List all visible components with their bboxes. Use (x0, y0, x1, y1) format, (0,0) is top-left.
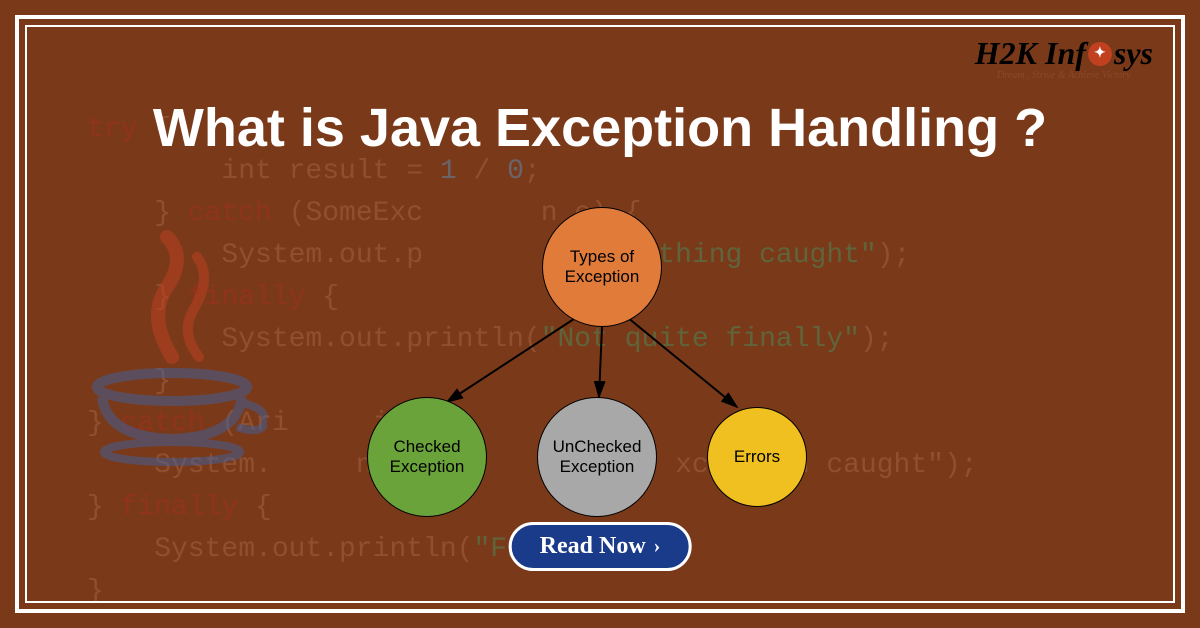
node-errors-label: Errors (734, 447, 780, 467)
exception-types-diagram: Types of Exception Checked Exception UnC… (307, 207, 927, 527)
page-title: What is Java Exception Handling ? (27, 97, 1173, 159)
node-root-types: Types of Exception (542, 207, 662, 327)
brand-name-suffix: sys (1114, 35, 1153, 72)
java-logo-icon (87, 227, 267, 487)
node-unchecked-label: UnChecked Exception (548, 437, 646, 478)
node-checked-exception: Checked Exception (367, 397, 487, 517)
read-now-button[interactable]: Read Now › (509, 522, 692, 571)
node-unchecked-exception: UnChecked Exception (537, 397, 657, 517)
brand-tagline: Dream , Strive & Achieve Victory (975, 70, 1153, 81)
kw-catch: catch (188, 198, 272, 229)
brand-logo: H2K Inf ✦ sys Dream , Strive & Achieve V… (975, 35, 1153, 81)
node-root-label: Types of Exception (553, 247, 651, 288)
brand-name-prefix: H2K Inf (975, 35, 1086, 72)
node-checked-label: Checked Exception (378, 437, 476, 478)
chevron-right-icon: › (654, 535, 661, 558)
read-now-label: Read Now (540, 533, 646, 560)
node-errors: Errors (707, 407, 807, 507)
content-frame: try { int result = 1 / 0; } catch (SomeE… (25, 25, 1175, 603)
brand-globe-icon: ✦ (1088, 42, 1112, 66)
